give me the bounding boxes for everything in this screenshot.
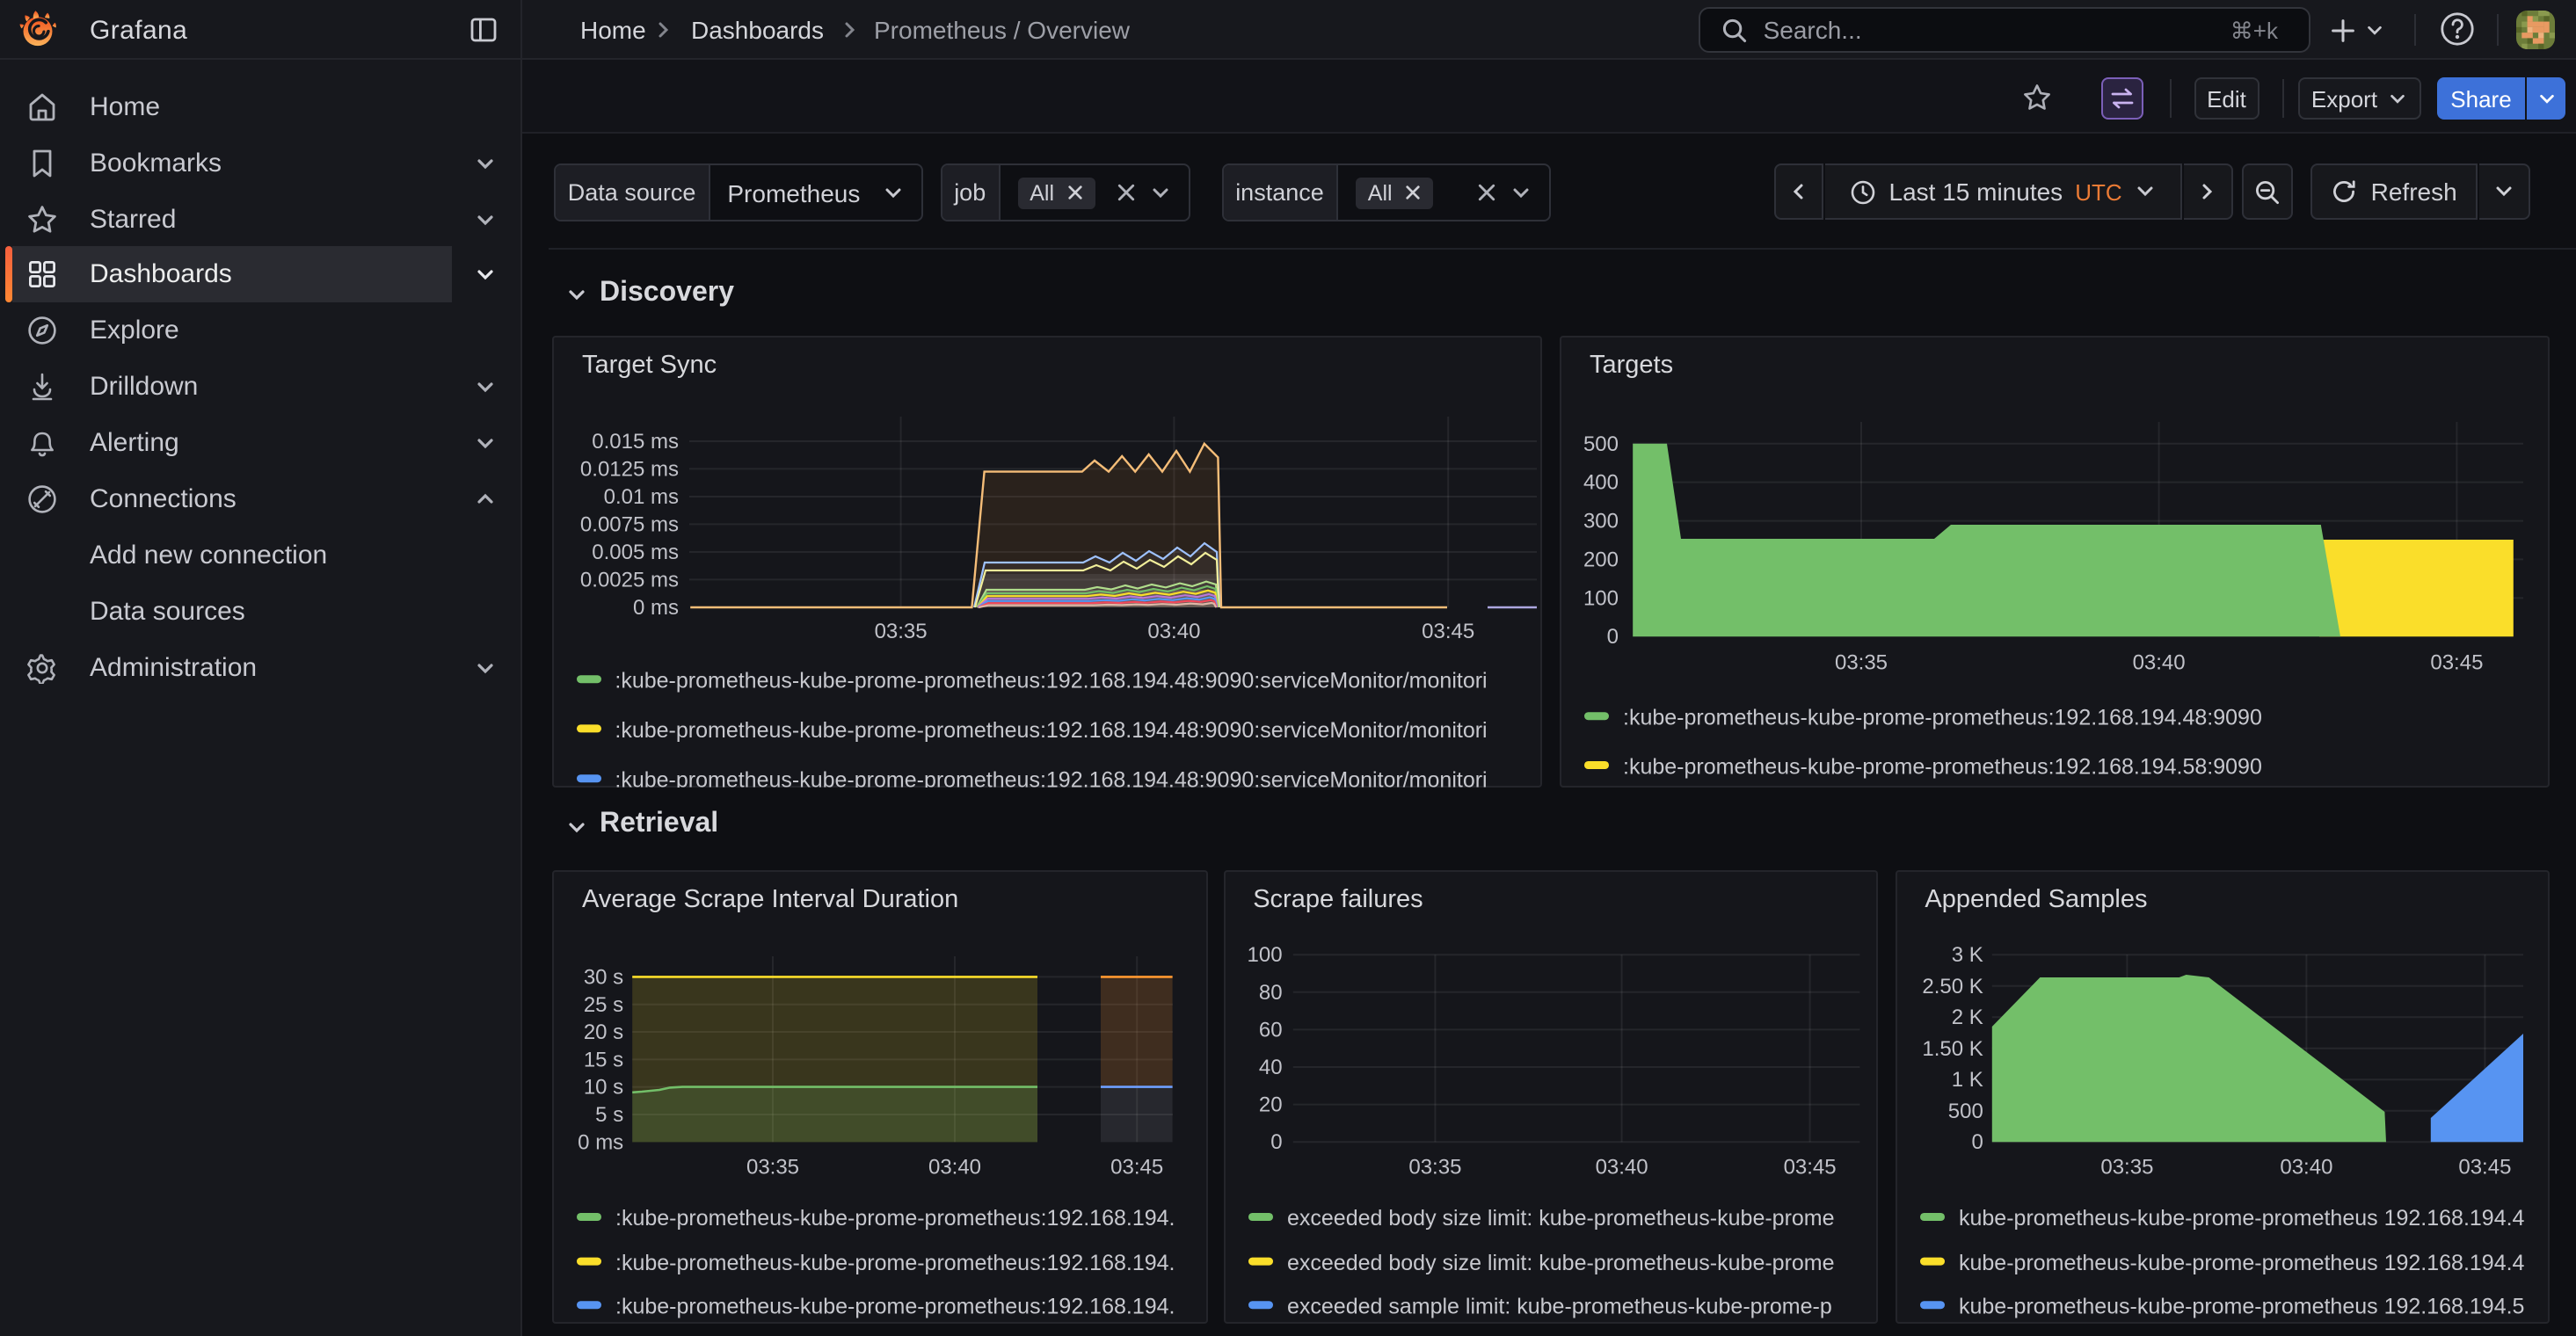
svg-text:kube-prometheus-kube-prome-pro: kube-prometheus-kube-prome-prometheus 19…: [1958, 1251, 2524, 1275]
svg-text:200: 200: [1583, 548, 1619, 571]
svg-text:2 K: 2 K: [1951, 1006, 1983, 1029]
svg-text:0: 0: [1270, 1130, 1281, 1154]
svg-text:0 ms: 0 ms: [633, 596, 679, 620]
svg-text:03:45: 03:45: [2458, 1156, 2511, 1180]
svg-text:exceeded body size limit: kube: exceeded body size limit: kube-prometheu…: [1286, 1206, 1834, 1231]
svg-text::kube-prometheus-kube-prome-pr: :kube-prometheus-kube-prome-prometheus:1…: [615, 1206, 1175, 1231]
svg-text:03:35: 03:35: [2100, 1156, 2153, 1180]
svg-text:03:40: 03:40: [2280, 1156, 2332, 1180]
svg-text:exceeded body size limit: kube: exceeded body size limit: kube-prometheu…: [1286, 1251, 1834, 1275]
svg-text:3 K: 3 K: [1951, 943, 1983, 967]
svg-text:03:45: 03:45: [2430, 650, 2483, 674]
svg-text:20 s: 20 s: [584, 1020, 623, 1044]
svg-text:03:45: 03:45: [1422, 620, 1474, 643]
svg-text::kube-prometheus-kube-prome-pr: :kube-prometheus-kube-prome-prometheus:1…: [1623, 706, 2262, 730]
svg-text:500: 500: [1947, 1100, 1983, 1123]
svg-text:10 s: 10 s: [584, 1076, 623, 1100]
svg-text:kube-prometheus-kube-prome-pro: kube-prometheus-kube-prome-prometheus 19…: [1958, 1294, 2523, 1318]
svg-text:0: 0: [1607, 625, 1619, 649]
svg-text:exceeded sample limit: kube-pr: exceeded sample limit: kube-prometheus-k…: [1286, 1294, 1831, 1318]
svg-text:25 s: 25 s: [584, 993, 623, 1017]
svg-text::kube-prometheus-kube-prome-pr: :kube-prometheus-kube-prome-prometheus:1…: [615, 1251, 1175, 1275]
svg-text:03:40: 03:40: [928, 1156, 981, 1180]
svg-text:03:35: 03:35: [1408, 1156, 1461, 1180]
svg-text:500: 500: [1583, 432, 1619, 456]
svg-text:03:40: 03:40: [1147, 620, 1200, 643]
svg-text:60: 60: [1258, 1018, 1282, 1042]
svg-text:40: 40: [1258, 1056, 1282, 1079]
svg-text:20: 20: [1258, 1093, 1282, 1117]
svg-text:03:35: 03:35: [746, 1156, 799, 1180]
svg-text:03:40: 03:40: [1595, 1156, 1648, 1180]
svg-text:0: 0: [1971, 1130, 1983, 1154]
svg-text:0.005 ms: 0.005 ms: [592, 541, 679, 564]
svg-text:0.0075 ms: 0.0075 ms: [580, 512, 679, 536]
svg-text:2.50 K: 2.50 K: [1922, 975, 1983, 998]
svg-text:30 s: 30 s: [584, 965, 623, 989]
svg-text:100: 100: [1247, 943, 1282, 967]
svg-text::kube-prometheus-kube-prome-pr: :kube-prometheus-kube-prome-prometheus:1…: [615, 718, 1487, 743]
svg-text::kube-prometheus-kube-prome-pr: :kube-prometheus-kube-prome-prometheus:1…: [615, 669, 1487, 693]
svg-text:100: 100: [1583, 586, 1619, 610]
svg-text:0 ms: 0 ms: [578, 1130, 623, 1154]
svg-text:0.01 ms: 0.01 ms: [604, 485, 679, 509]
svg-text:03:40: 03:40: [2133, 650, 2186, 674]
svg-text:0.015 ms: 0.015 ms: [592, 430, 679, 454]
svg-text:03:35: 03:35: [1835, 650, 1888, 674]
svg-text:300: 300: [1583, 510, 1619, 534]
svg-text:1.50 K: 1.50 K: [1922, 1037, 1983, 1061]
svg-text:1 K: 1 K: [1951, 1068, 1983, 1092]
svg-text:03:35: 03:35: [875, 620, 928, 643]
svg-text:15 s: 15 s: [584, 1048, 623, 1071]
svg-text:03:45: 03:45: [1783, 1156, 1836, 1180]
svg-text:03:45: 03:45: [1110, 1156, 1163, 1180]
svg-text::kube-prometheus-kube-prome-pr: :kube-prometheus-kube-prome-prometheus:1…: [615, 768, 1487, 788]
svg-text::kube-prometheus-kube-prome-pr: :kube-prometheus-kube-prome-prometheus:1…: [1623, 754, 2262, 779]
svg-text:kube-prometheus-kube-prome-pro: kube-prometheus-kube-prome-prometheus 19…: [1958, 1206, 2524, 1231]
svg-text:400: 400: [1583, 471, 1619, 495]
svg-text:0.0125 ms: 0.0125 ms: [580, 457, 679, 481]
svg-text:80: 80: [1258, 981, 1282, 1005]
svg-text::kube-prometheus-kube-prome-pr: :kube-prometheus-kube-prome-prometheus:1…: [615, 1294, 1175, 1318]
svg-text:5 s: 5 s: [595, 1103, 623, 1127]
svg-text:0.0025 ms: 0.0025 ms: [580, 568, 679, 592]
